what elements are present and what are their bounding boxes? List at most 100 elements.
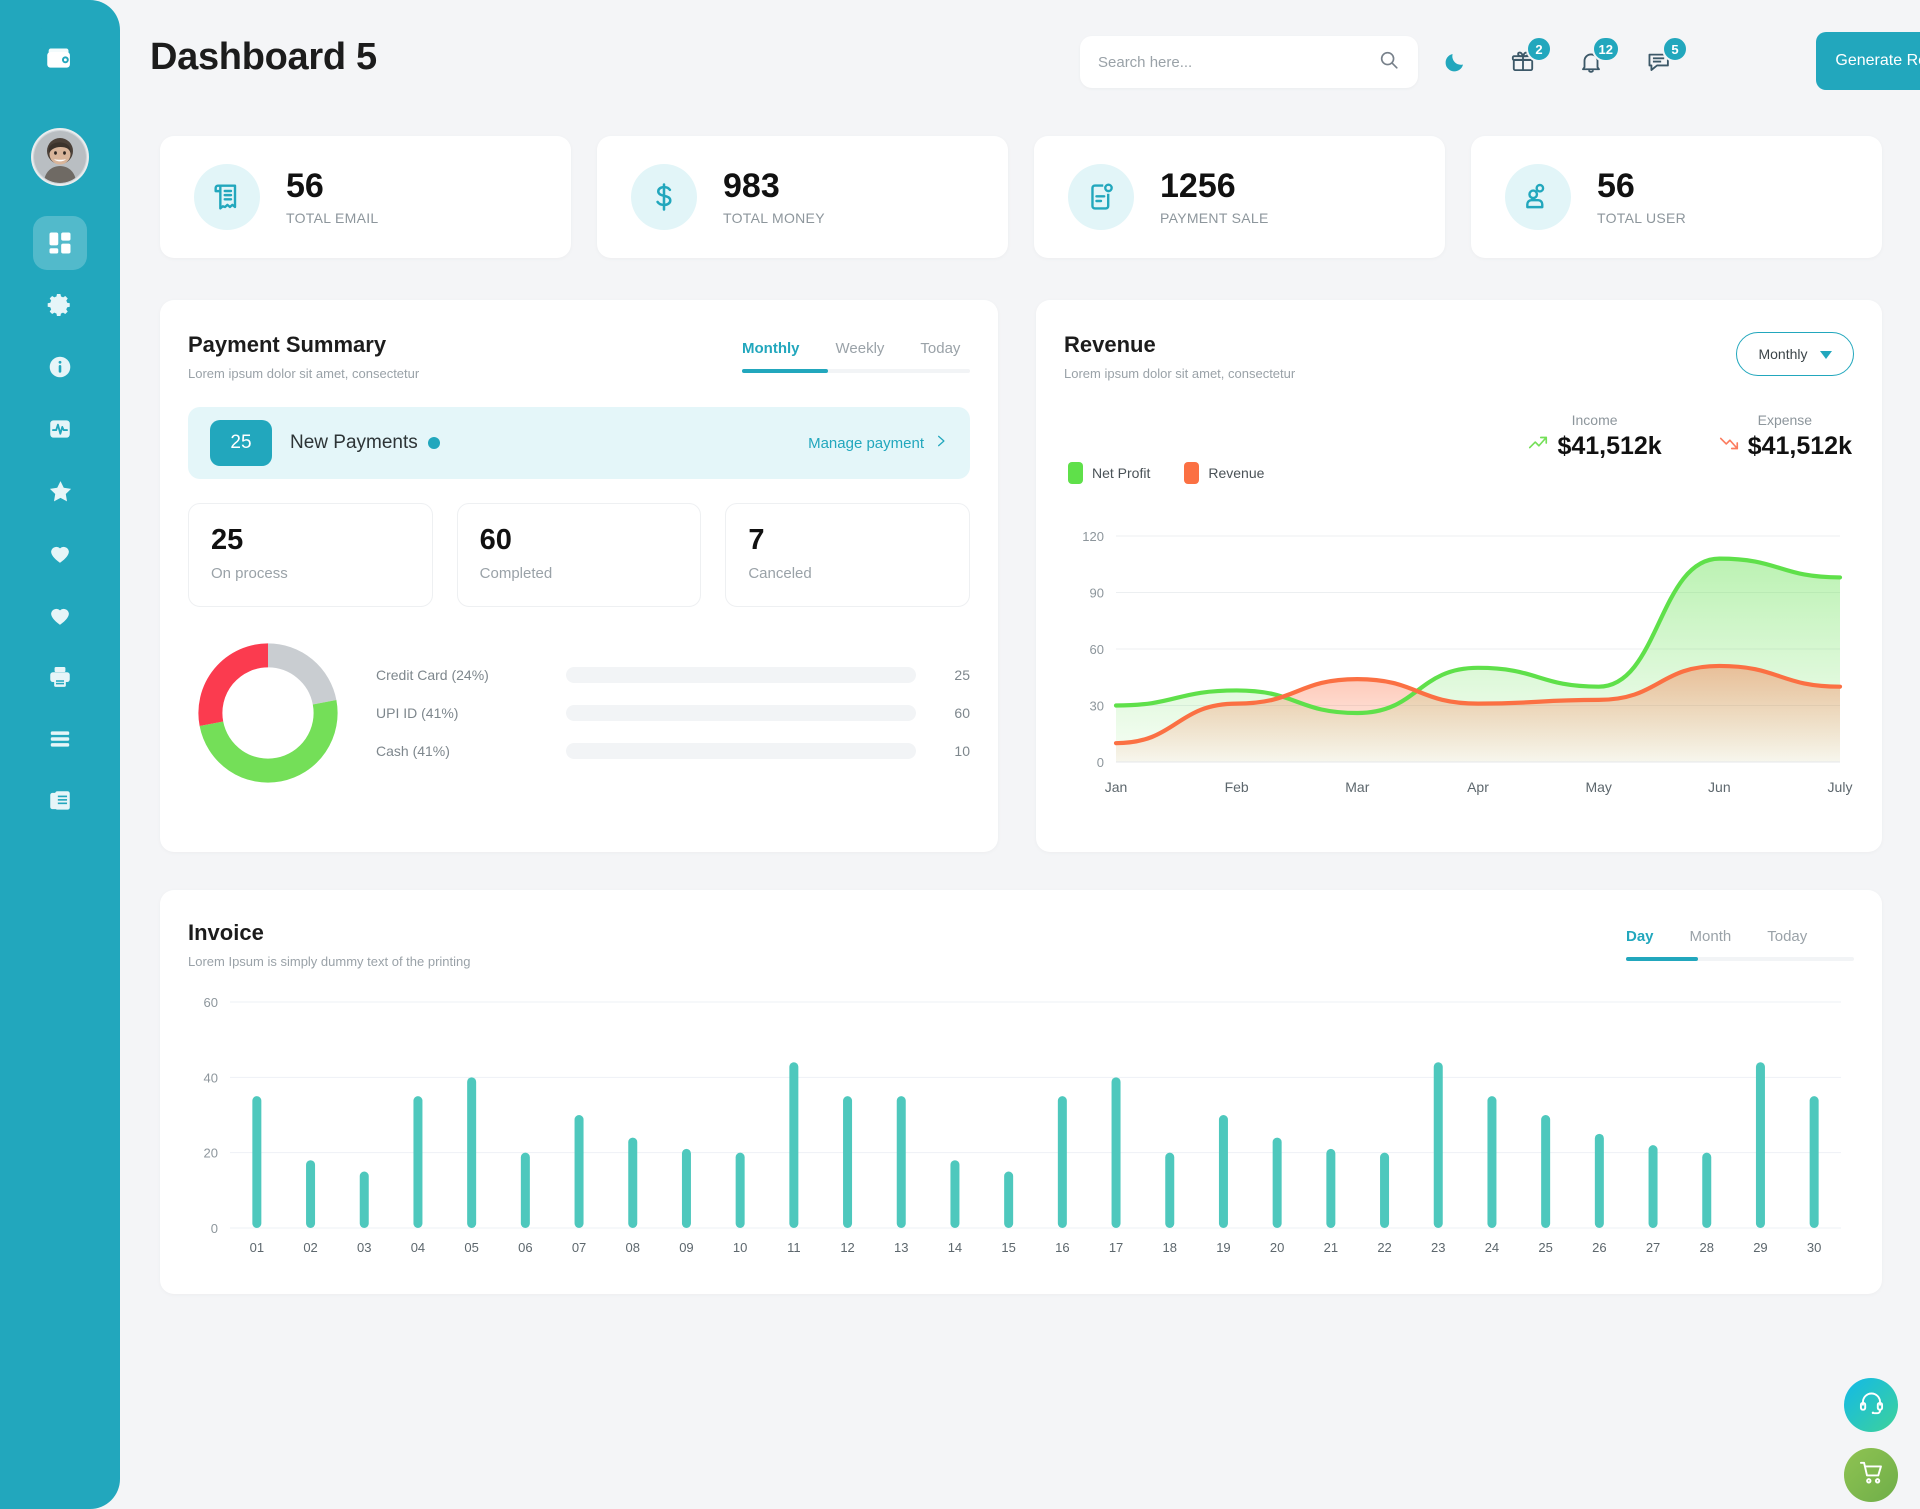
app-logo[interactable]	[29, 28, 91, 90]
bar-track	[566, 705, 916, 721]
sidebar-item-dashboard[interactable]	[33, 216, 87, 270]
legend-label: Revenue	[1208, 465, 1265, 481]
search-input[interactable]	[1098, 53, 1378, 71]
tab-weekly[interactable]: Weekly	[836, 340, 885, 357]
panel-subtitle: Lorem Ipsum is simply dummy text of the …	[188, 954, 471, 969]
svg-text:29: 29	[1753, 1240, 1767, 1255]
stat-card-payment-sale[interactable]: 1256 PAYMENT SALE	[1034, 136, 1445, 258]
tab-monthly[interactable]: Monthly	[742, 340, 800, 357]
payment-summary-panel: Payment Summary Lorem ipsum dolor sit am…	[160, 300, 998, 852]
svg-text:20: 20	[204, 1146, 218, 1161]
svg-text:Jun: Jun	[1708, 779, 1731, 795]
svg-text:26: 26	[1592, 1240, 1606, 1255]
stat-card-total-money[interactable]: 983 TOTAL MONEY	[597, 136, 1008, 258]
bar-value: 10	[954, 743, 970, 759]
bar-track	[566, 743, 916, 759]
bar-label: Credit Card (24%)	[376, 667, 489, 683]
svg-text:24: 24	[1485, 1240, 1499, 1255]
sidebar-item-settings[interactable]	[33, 278, 87, 332]
invoice-tabs: Day Month Today	[1626, 920, 1854, 945]
tab-today[interactable]: Today	[1767, 928, 1807, 945]
svg-text:05: 05	[464, 1240, 478, 1255]
stat-value: 983	[723, 167, 780, 206]
manage-payment-label: Manage payment	[808, 434, 924, 452]
moon-icon	[1445, 54, 1463, 72]
mini-card-canceled[interactable]: 7 Canceled	[725, 503, 971, 607]
top-header: Dashboard 5 2	[120, 0, 1920, 124]
svg-text:0: 0	[1097, 755, 1104, 770]
gifts-button[interactable]: 2	[1508, 36, 1552, 77]
mini-card-label: Completed	[479, 565, 553, 582]
svg-text:12: 12	[840, 1240, 854, 1255]
revenue-legend: Net Profit Revenue	[1068, 462, 1264, 484]
search-icon[interactable]	[1378, 49, 1400, 76]
svg-text:21: 21	[1324, 1240, 1338, 1255]
bar-row: Cash (41%) 10	[376, 732, 970, 770]
search-box[interactable]	[1080, 36, 1418, 88]
income-value: $41,512k	[1557, 432, 1662, 460]
mini-card-on-process[interactable]: 25 On process	[188, 503, 433, 607]
new-payments-banner[interactable]: 25 New Payments Manage payment	[188, 407, 970, 479]
invoice-bar-chart: 0 20 40 60 01 02 03 04 05 06 07 08 09 10 11 12 13 14 15 16 1…	[204, 995, 1841, 1255]
revenue-period-select[interactable]: Monthly	[1736, 332, 1854, 376]
notifications-button[interactable]: 12	[1576, 36, 1620, 77]
cart-button[interactable]	[1844, 1448, 1898, 1502]
panel-subtitle: Lorem ipsum dolor sit amet, consectetur	[188, 366, 420, 381]
tab-today[interactable]: Today	[920, 340, 960, 357]
sidebar-item-documents[interactable]	[33, 774, 87, 828]
mini-card-value: 60	[479, 524, 512, 556]
mini-card-completed[interactable]: 60 Completed	[456, 503, 702, 607]
stat-label: TOTAL MONEY	[723, 209, 825, 226]
revenue-period-value: Monthly	[1758, 346, 1808, 362]
tab-month[interactable]: Month	[1690, 928, 1732, 945]
svg-text:30: 30	[1807, 1240, 1821, 1255]
sidebar-item-menu[interactable]	[33, 712, 87, 766]
sidebar-item-analytics[interactable]	[33, 402, 87, 456]
receipt-icon	[194, 164, 260, 230]
svg-text:28: 28	[1700, 1240, 1714, 1255]
chevron-right-icon	[934, 434, 948, 452]
dark-mode-toggle[interactable]	[1440, 47, 1470, 77]
avatar-image	[34, 131, 86, 183]
svg-text:July: July	[1828, 779, 1853, 795]
generate-report-button[interactable]: Generate Report	[1816, 32, 1920, 90]
svg-text:09: 09	[679, 1240, 693, 1255]
header-icon-group: 2 12 5	[1440, 36, 1688, 88]
svg-text:14: 14	[948, 1240, 962, 1255]
sidebar-item-info[interactable]	[33, 340, 87, 394]
avatar[interactable]	[31, 128, 89, 186]
cart-icon	[1858, 1459, 1885, 1491]
pulse-icon	[47, 416, 73, 442]
legend-item-net-profit: Net Profit	[1068, 462, 1150, 484]
tab-indicator	[742, 369, 970, 373]
bar-value: 60	[954, 705, 970, 721]
stat-label: TOTAL EMAIL	[286, 209, 379, 226]
users-icon	[1505, 164, 1571, 230]
bar-track	[566, 667, 916, 683]
sidebar-item-likes[interactable]	[33, 526, 87, 580]
svg-text:Jan: Jan	[1105, 779, 1128, 795]
mini-card-value: 7	[748, 524, 765, 556]
messages-button[interactable]: 5	[1644, 36, 1688, 77]
payment-methods-donut	[198, 643, 338, 783]
manage-payment-link[interactable]: Manage payment	[808, 434, 948, 452]
svg-text:120: 120	[1082, 529, 1104, 544]
tab-indicator	[1626, 957, 1854, 961]
chevron-down-icon	[1819, 346, 1832, 362]
sidebar-item-print[interactable]	[33, 650, 87, 704]
svg-text:20: 20	[1270, 1240, 1284, 1255]
bar-label: Cash (41%)	[376, 743, 450, 759]
tab-day[interactable]: Day	[1626, 928, 1654, 945]
svg-text:27: 27	[1646, 1240, 1660, 1255]
panel-title: Payment Summary	[188, 332, 387, 357]
panel-title: Invoice	[188, 920, 264, 945]
heart-icon	[47, 602, 73, 628]
support-button[interactable]	[1844, 1378, 1898, 1432]
expense-label: Expense	[1757, 412, 1813, 428]
stat-card-total-email[interactable]: 56 TOTAL EMAIL	[160, 136, 571, 258]
gear-icon	[47, 292, 73, 318]
sidebar-item-favorites[interactable]	[33, 464, 87, 518]
sidebar-item-saved[interactable]	[33, 588, 87, 642]
stat-card-total-user[interactable]: 56 TOTAL USER	[1471, 136, 1882, 258]
stat-value: 56	[1597, 167, 1635, 206]
